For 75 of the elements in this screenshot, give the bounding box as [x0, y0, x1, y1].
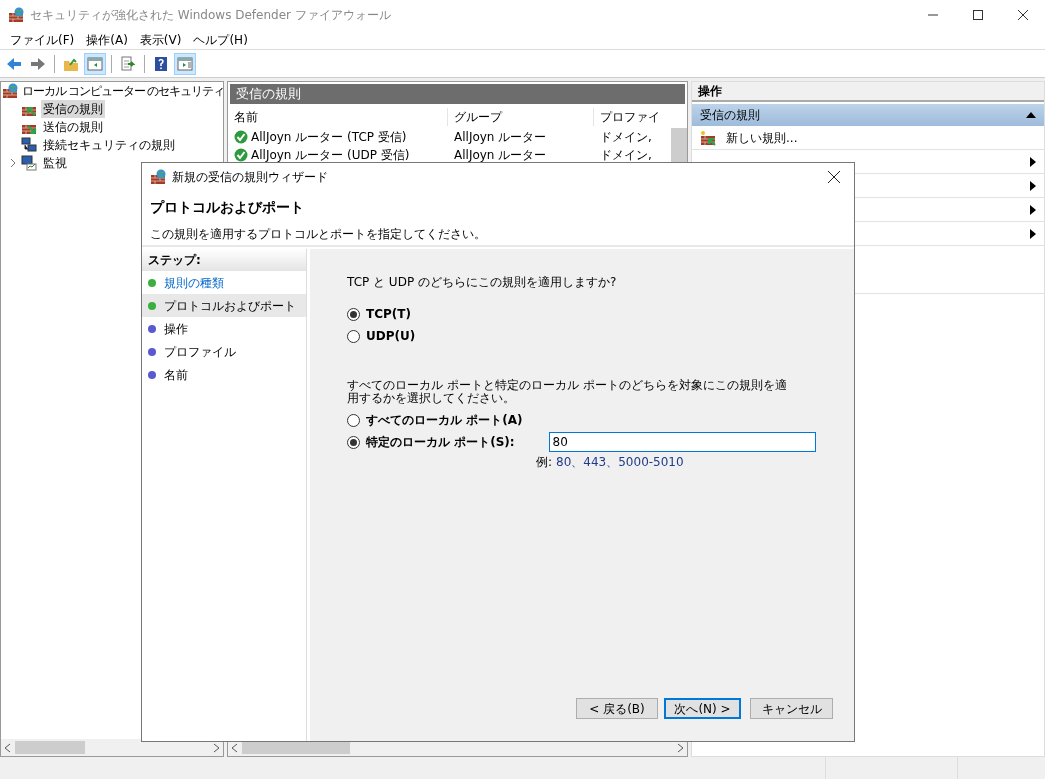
close-icon[interactable] [1017, 10, 1028, 20]
example-label: 例: [536, 454, 553, 472]
forward-arrow-icon [30, 55, 46, 72]
back-arrow-icon [6, 55, 22, 72]
step-item: 操作 [142, 317, 306, 340]
port-field[interactable]: 80 [548, 432, 816, 453]
table-cell-text: AllJoyn ルーター (TCP 受信) [251, 129, 407, 146]
dialog-title: 新規の受信の規則ウィザード [172, 169, 328, 186]
help-icon [153, 55, 169, 72]
pane-icon [177, 55, 193, 72]
steps-header: ステップ: [142, 249, 306, 271]
firewall-globe-icon [8, 7, 24, 23]
radio-label[interactable]: UDP(U) [366, 327, 416, 345]
scrollbar-thumb[interactable] [15, 741, 85, 754]
submenu-arrow-icon[interactable] [1030, 180, 1036, 191]
radio-button[interactable] [347, 413, 360, 427]
step-dot-icon [148, 278, 156, 287]
question-text: TCP と UDP のどちらにこの規則を適用しますか? [347, 274, 618, 291]
wizard-button[interactable]: キャンセル [750, 698, 833, 719]
tree-item[interactable]: 接続セキュリティの規則 [41, 136, 177, 154]
menu-item[interactable]: 表示(V) [133, 30, 188, 49]
column-header[interactable]: 名前 [228, 108, 448, 126]
firewall-globe-icon [150, 169, 166, 185]
menu-item[interactable]: ファイル(F) [4, 30, 81, 49]
step-dot-icon [148, 347, 156, 356]
question-text: すべてのローカル ポートと特定のローカル ポートのどちらを対象にこの規則を適用するかを選択してください。 [347, 379, 788, 406]
wizard-button[interactable]: 次へ(N) > [664, 698, 741, 719]
radio-button[interactable] [347, 307, 360, 321]
tree-item[interactable]: 受信の規則 [41, 100, 105, 118]
submenu-arrow-icon[interactable] [1030, 156, 1036, 167]
example-text: 80、443、5000-5010 [556, 454, 684, 472]
tree-item[interactable]: 監視 [41, 154, 69, 172]
expand-chevron-icon[interactable] [9, 158, 17, 168]
step-dot-icon [148, 370, 156, 379]
action-link[interactable]: 新しい規則... [726, 128, 798, 147]
collapse-arrow-icon[interactable] [1026, 112, 1036, 118]
step-item: プロファイル [142, 340, 306, 363]
radio-button[interactable] [347, 329, 360, 343]
table-cell-text: AllJoyn ルーター [453, 147, 548, 164]
submenu-arrow-icon[interactable] [1030, 228, 1036, 239]
maximize-icon[interactable] [972, 10, 983, 20]
tree-item[interactable]: 送信の規則 [41, 118, 105, 136]
table-cell-text: ドメイン, [599, 147, 653, 164]
radio-button[interactable] [347, 435, 360, 449]
export-icon [120, 55, 136, 72]
table-cell-text: ドメイン, [599, 129, 653, 146]
step-item: プロトコルおよびポート [142, 294, 306, 317]
firewall-globe-icon [2, 83, 18, 99]
close-icon[interactable] [828, 171, 840, 183]
menu-item[interactable]: ヘルプ(H) [187, 30, 254, 49]
column-header[interactable]: グループ [448, 108, 594, 126]
section-header[interactable]: 受信の規則 [700, 106, 760, 124]
radio-label[interactable]: 特定のローカル ポート(S): [366, 433, 515, 452]
table-cell-text: AllJoyn ルーター [453, 129, 548, 146]
new-rule-icon [700, 129, 718, 146]
pane-header: 受信の規則 [230, 84, 685, 104]
step-item: 名前 [142, 363, 306, 386]
window-title: セキュリティが強化された Windows Defender ファイアウォール [30, 7, 391, 24]
pane-header: 操作 [692, 82, 1044, 102]
table-cell-text: AllJoyn ルーター (UDP 受信) [251, 147, 410, 164]
computers-icon [21, 137, 37, 153]
step-item[interactable]: 規則の種類 [142, 271, 306, 294]
column-header[interactable]: プロファイ [594, 108, 671, 126]
tree-item[interactable]: ローカル コンピューター のセキュリティ [20, 82, 223, 100]
step-dot-icon [148, 301, 156, 310]
menu-item[interactable]: 操作(A) [80, 30, 134, 49]
dialog-subtitle: この規則を適用するプロトコルとポートを指定してください。 [142, 221, 854, 247]
pane-icon [87, 55, 103, 72]
dialog-heading: プロトコルおよびポート [149, 198, 305, 217]
submenu-arrow-icon[interactable] [1030, 204, 1036, 215]
radio-label[interactable]: すべてのローカル ポート(A) [366, 411, 523, 430]
monitor-icon [21, 155, 37, 171]
wizard-button[interactable]: < 戻る(B) [576, 698, 658, 719]
step-dot-icon [148, 324, 156, 333]
radio-label[interactable]: TCP(T) [366, 305, 411, 323]
